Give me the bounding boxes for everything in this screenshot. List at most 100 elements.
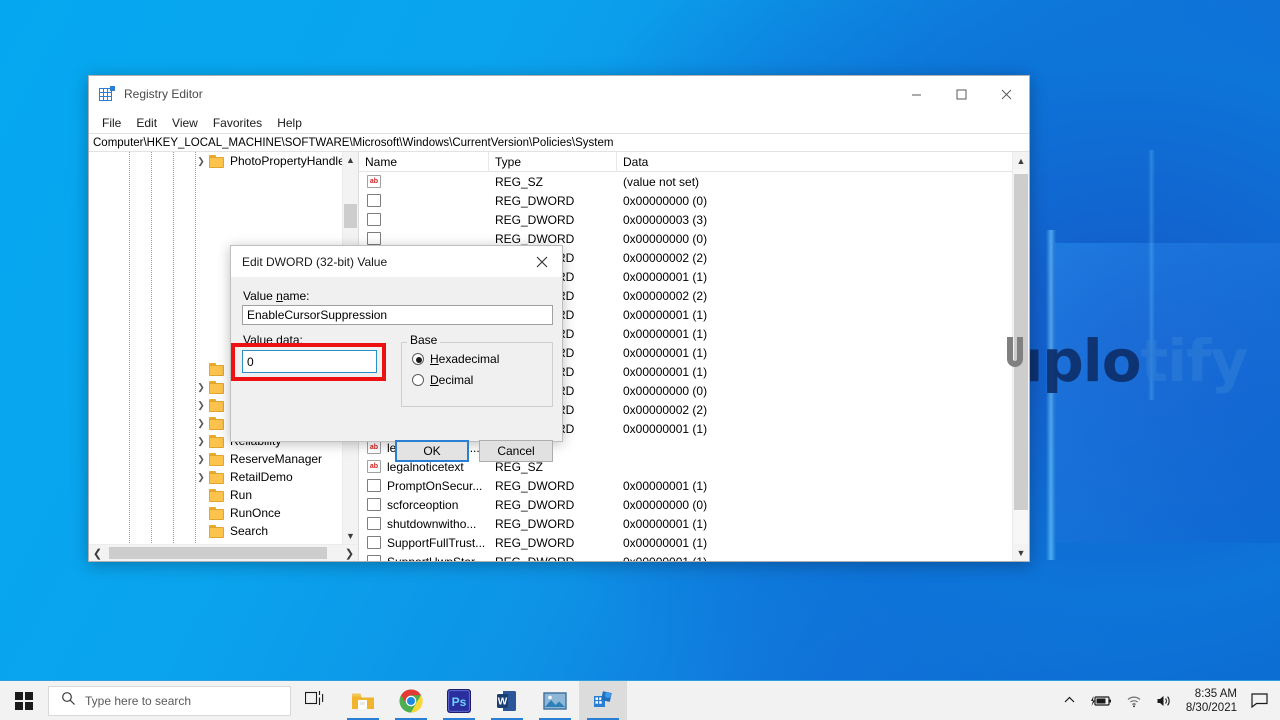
tree-item-search[interactable]: Search: [89, 522, 342, 540]
menu-file[interactable]: File: [95, 114, 128, 132]
ok-button[interactable]: OK: [395, 440, 469, 462]
task-view-button[interactable]: [291, 681, 339, 720]
table-row[interactable]: SupportUwpStar... REG_DWORD 0x00000001 (…: [359, 552, 1012, 561]
menu-favorites[interactable]: Favorites: [206, 114, 269, 132]
address-bar[interactable]: Computer\HKEY_LOCAL_MACHINE\SOFTWARE\Mic…: [89, 133, 1029, 152]
chevron-right-icon[interactable]: ❯: [193, 414, 209, 432]
dialog-title: Edit DWORD (32-bit) Value: [242, 254, 388, 269]
maximize-button[interactable]: [939, 76, 984, 112]
battery-charging-icon[interactable]: [1083, 681, 1119, 720]
close-button[interactable]: [984, 76, 1029, 112]
value-data: 0x00000001 (1): [623, 307, 708, 322]
clock[interactable]: 8:35 AM 8/30/2021: [1180, 681, 1247, 720]
scroll-down-icon[interactable]: ▼: [1013, 544, 1029, 561]
value-data: 0x00000000 (0): [623, 193, 708, 208]
radio-hexadecimal[interactable]: Hexadecimal: [412, 352, 499, 366]
table-row[interactable]: SupportFullTrust... REG_DWORD 0x00000001…: [359, 533, 1012, 552]
tree-hscrollbar-thumb[interactable]: [109, 547, 327, 559]
scroll-up-icon[interactable]: ▲: [1013, 152, 1029, 169]
menu-edit[interactable]: Edit: [129, 114, 164, 132]
edit-dword-dialog: Edit DWORD (32-bit) Value Value name: En…: [230, 245, 563, 462]
chevron-right-icon[interactable]: ❯: [193, 378, 209, 396]
window-controls: [894, 76, 1029, 112]
dialog-close-button[interactable]: [522, 246, 562, 277]
action-center-button[interactable]: [1247, 681, 1280, 720]
watermark-light-text: tify: [1140, 327, 1249, 395]
column-header-name[interactable]: Name: [359, 151, 489, 172]
dword-value-icon: [367, 536, 381, 549]
show-hidden-icons-button[interactable]: [1056, 681, 1083, 720]
label-accelerator: n: [276, 289, 283, 303]
taskbar-app-registry-editor[interactable]: [579, 680, 627, 720]
tree-item-run[interactable]: Run: [89, 486, 342, 504]
label-part: Value: [243, 289, 277, 303]
value-data-input[interactable]: 0: [242, 350, 377, 373]
minimize-button[interactable]: [894, 76, 939, 112]
photoshop-icon: Ps: [446, 688, 472, 714]
tree-item-reservemanager[interactable]: ❯ ReserveManager: [89, 450, 342, 468]
desktop: uplotify Registry Editor File Edit View …: [0, 0, 1280, 720]
scroll-up-icon[interactable]: ▲: [343, 152, 358, 168]
table-row[interactable]: shutdownwitho... REG_DWORD 0x00000001 (1…: [359, 514, 1012, 533]
svg-text:Ps: Ps: [452, 695, 467, 709]
column-header-data[interactable]: Data: [617, 152, 1029, 172]
value-data: 0x00000001 (1): [623, 364, 708, 379]
speaker-icon[interactable]: [1149, 681, 1180, 720]
registry-editor-taskbar-icon: [590, 688, 616, 714]
wifi-icon[interactable]: [1119, 681, 1149, 720]
base-group-label: Base: [407, 333, 441, 347]
values-scrollbar-thumb[interactable]: [1014, 174, 1028, 510]
dialog-body: Value name: EnableCursorSuppression Valu…: [231, 277, 562, 462]
dword-value-icon: [367, 479, 381, 492]
table-row[interactable]: PromptOnSecur... REG_DWORD 0x00000001 (1…: [359, 476, 1012, 495]
taskbar-app-file-explorer[interactable]: [339, 681, 387, 720]
chevron-right-icon[interactable]: ❯: [193, 468, 209, 486]
chevron-right-icon[interactable]: ❯: [193, 396, 209, 414]
menu-help[interactable]: Help: [270, 114, 309, 132]
table-row[interactable]: scforceoption REG_DWORD 0x00000000 (0): [359, 495, 1012, 514]
tree-item-runonce[interactable]: RunOnce: [89, 504, 342, 522]
folder-icon: [209, 380, 225, 394]
string-value-icon: ab: [367, 175, 381, 188]
scroll-right-icon[interactable]: ❯: [341, 545, 358, 561]
value-data: 0x00000000 (0): [623, 231, 708, 246]
chevron-right-icon[interactable]: ❯: [193, 450, 209, 468]
chevron-right-icon[interactable]: ❯: [193, 432, 209, 450]
tree-item-label: PhotoPropertyHandle: [230, 154, 345, 168]
value-data: 0x00000001 (1): [623, 421, 708, 436]
taskbar-app-photos[interactable]: [531, 681, 579, 720]
table-row[interactable]: ab REG_SZ (value not set): [359, 172, 1012, 191]
folder-icon: [209, 488, 225, 502]
tree-item-photopropertyhandler[interactable]: ❯ PhotoPropertyHandle: [89, 152, 345, 170]
taskbar-app-photoshop[interactable]: Ps: [435, 681, 483, 720]
file-explorer-icon: [350, 688, 376, 714]
value-data: 0x00000001 (1): [623, 555, 1012, 562]
start-button[interactable]: [0, 681, 48, 720]
menu-bar: File Edit View Favorites Help: [89, 112, 1029, 133]
radio-button-icon[interactable]: [412, 374, 424, 386]
column-header-row: Name Type Data: [359, 151, 1029, 172]
tree-horizontal-scrollbar[interactable]: ❮ ❯: [89, 544, 358, 561]
scroll-left-icon[interactable]: ❮: [89, 545, 106, 561]
cancel-button[interactable]: Cancel: [479, 440, 553, 462]
radio-button-icon[interactable]: [412, 353, 424, 365]
scroll-down-icon[interactable]: ▼: [343, 528, 358, 544]
menu-view[interactable]: View: [165, 114, 205, 132]
search-input[interactable]: Type here to search: [48, 685, 291, 716]
tree-item-retaildemo[interactable]: ❯ RetailDemo: [89, 468, 342, 486]
column-header-type[interactable]: Type: [489, 151, 617, 172]
value-name-input[interactable]: EnableCursorSuppression: [242, 305, 553, 325]
value-data: 0x00000002 (2): [623, 402, 708, 417]
taskbar: Type here to search Ps W 8:35 AM 8/30/20…: [0, 680, 1280, 720]
table-row[interactable]: REG_DWORD 0x00000003 (3): [359, 210, 1012, 229]
chevron-right-icon[interactable]: ❯: [193, 152, 209, 170]
radio-decimal[interactable]: Decimal: [412, 373, 473, 387]
value-name-label: Value name:: [243, 289, 310, 303]
table-row[interactable]: REG_DWORD 0x00000000 (0): [359, 191, 1012, 210]
values-vertical-scrollbar[interactable]: ▲ ▼: [1012, 152, 1029, 561]
tree-scrollbar-thumb[interactable]: [344, 204, 357, 228]
taskbar-app-word[interactable]: W: [483, 681, 531, 720]
folder-icon: [209, 154, 225, 168]
value-data: 0x00000002 (2): [623, 250, 708, 265]
taskbar-app-google-chrome[interactable]: [387, 681, 435, 720]
